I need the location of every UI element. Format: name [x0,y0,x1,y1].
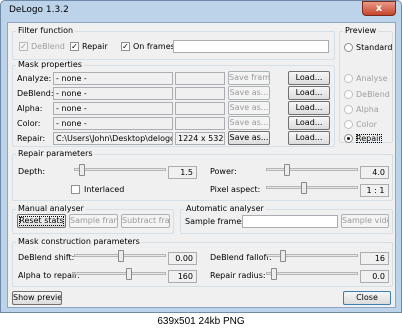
on-frames-input[interactable] [173,40,329,53]
preview-repair-radio[interactable] [344,134,353,143]
mask-construction-group [12,242,393,287]
title-bar[interactable]: DeLogo 1.3.2 x [1,1,401,21]
color-load-button[interactable]: Load... [288,116,330,130]
on-frames-checkbox[interactable]: ✓ [121,42,130,51]
deblend-shift-label: DeBlend shift: [18,253,75,262]
close-button[interactable]: Close [343,291,391,305]
preview-analyse-label: Analyse [356,74,388,83]
alpha-to-repair-slider-thumb[interactable] [126,268,132,280]
color-size-field [175,117,225,130]
sample-video-button[interactable]: Sample video [341,214,389,228]
preview-title: Preview [343,26,379,35]
deblend-load-button[interactable]: Load... [288,86,330,100]
repair-size-field: 1224 x 532 [175,132,225,145]
sample-frames-input[interactable] [242,215,338,228]
color-save-button[interactable]: Save as... [228,116,270,130]
deblend-falloff-value: 16 [360,252,389,265]
close-window-button[interactable]: x [362,1,396,16]
preview-analyse-radio[interactable] [344,74,353,83]
pixel-aspect-slider-thumb[interactable] [301,182,307,194]
color-mask-field: - none - [53,117,173,130]
color-label: Color: [17,119,41,128]
manual-analyser-title: Manual analyser [16,204,86,213]
preview-deblend-label: DeBlend [356,90,390,99]
interlaced-label: Interlaced [84,185,125,194]
pixel-aspect-slider-track[interactable] [266,186,358,189]
preview-alpha-label: Alpha [356,105,379,114]
deblend-mask-field: - none - [53,87,173,100]
analyze-load-button[interactable]: Load... [288,71,330,85]
repair-radius-label: Repair radius: [210,271,266,280]
repair-radius-value: 0.0 [360,270,389,283]
alpha-mask-field: - none - [53,102,173,115]
deblend-falloff-label: DeBlend falloff: [210,253,272,262]
deblend-checkbox[interactable]: ✓ [19,42,28,51]
repair-parameters-group [12,154,393,201]
subtract-frame-button[interactable]: Subtract frame [121,214,170,228]
depth-slider-track[interactable] [74,168,166,171]
alpha-to-repair-label: Alpha to repair: [18,271,80,280]
preview-standard-radio[interactable] [344,43,353,52]
mask-construction-title: Mask construction parameters [16,237,142,246]
deblend-shift-slider-thumb[interactable] [117,250,124,262]
repair-mask-path-field: C:\Users\John\Desktop\delogo\delogo [53,132,173,145]
alpha-to-repair-value: 160 [168,270,197,283]
analyze-mask-field: - none - [53,72,173,85]
preview-color-radio[interactable] [344,120,353,129]
save-frame-button[interactable]: Save frame [228,71,270,85]
analyze-label: Analyze: [17,74,52,83]
preview-alpha-radio[interactable] [344,105,353,114]
image-caption: 639x501 24kb PNG [0,313,402,331]
repair-load-button[interactable]: Load... [288,131,330,145]
dialog-body: Filter function ✓ DeBlend ✓ Repair ✓ On … [7,22,396,308]
deblend-label: DeBlend: [17,89,54,98]
preview-color-label: Color [356,120,377,129]
mask-properties-title: Mask properties [16,60,84,69]
on-frames-checkbox-label: On frames: [133,42,178,51]
deblend-save-button[interactable]: Save as... [228,86,270,100]
power-slider-thumb[interactable] [284,164,290,176]
pixel-aspect-label: Pixel aspect: [210,185,261,194]
depth-label: Depth: [18,167,46,176]
deblend-falloff-slider-thumb[interactable] [279,250,286,262]
pixel-aspect-value: 1 : 1 [360,184,389,197]
depth-slider-thumb[interactable] [79,164,86,176]
sample-frame-button[interactable]: Sample frame [69,214,118,228]
alpha-load-button[interactable]: Load... [288,101,330,115]
deblend-size-field [175,87,225,100]
interlaced-checkbox[interactable] [71,185,80,194]
repair-radius-slider-track[interactable] [266,272,358,275]
repair-label: Repair: [17,134,46,143]
repair-parameters-title: Repair parameters [16,149,95,158]
depth-value: 1.5 [168,166,197,179]
repair-radius-slider-thumb[interactable] [271,268,278,280]
show-preview-button[interactable]: Show preview [12,291,62,305]
deblend-shift-value: 0.00 [168,252,197,265]
power-value: 4.0 [360,166,389,179]
repair-checkbox-label: Repair [82,42,108,51]
preview-standard-label: Standard [356,43,393,52]
reset-stats-button[interactable]: Reset stats [17,214,66,228]
analyze-size-field [175,72,225,85]
repair-save-button[interactable]: Save as... [228,131,270,145]
sample-frames-label: Sample frames: [185,217,249,226]
alpha-to-repair-slider-track[interactable] [74,272,166,275]
preview-repair-label: Repair [355,134,382,143]
alpha-label: Alpha: [17,104,43,113]
automatic-analyser-title: Automatic analyser [184,204,266,213]
filter-function-title: Filter function [16,26,76,35]
alpha-size-field [175,102,225,115]
power-slider-track[interactable] [266,168,358,171]
window-title: DeLogo 1.3.2 [9,5,69,15]
power-label: Power: [210,167,237,176]
delogo-window: DeLogo 1.3.2 x Filter function ✓ DeBlend… [0,0,402,313]
preview-deblend-radio[interactable] [344,90,353,99]
repair-checkbox[interactable]: ✓ [70,42,79,51]
alpha-save-button[interactable]: Save as... [228,101,270,115]
deblend-checkbox-label: DeBlend [31,42,65,51]
